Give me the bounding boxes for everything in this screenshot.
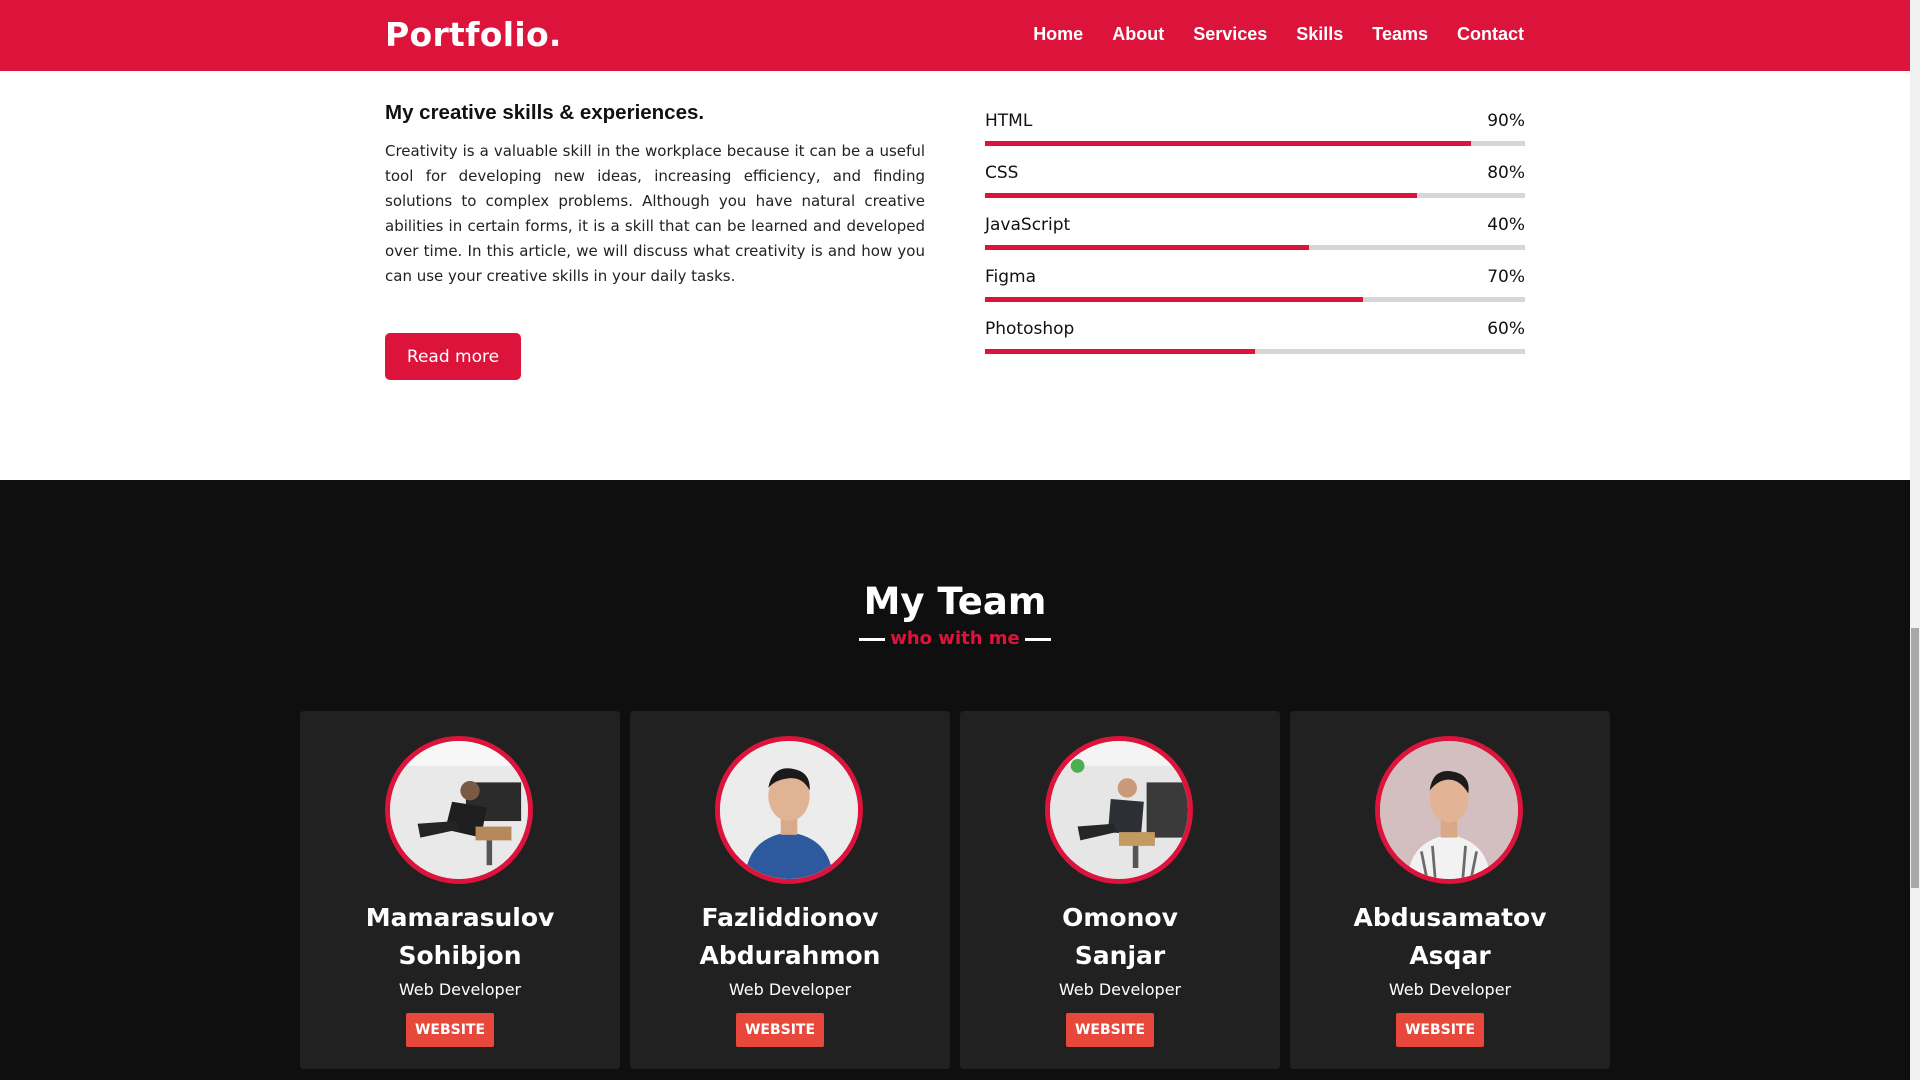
skill-fill — [985, 297, 1363, 302]
skill-label: HTML — [985, 111, 1033, 131]
skill-label: JavaScript — [985, 215, 1071, 235]
nav-link-home[interactable]: Home — [1033, 24, 1083, 45]
scrollbar-thumb[interactable] — [1911, 628, 1919, 888]
divider-right — [1024, 637, 1051, 641]
team-title: My Team — [863, 580, 1047, 623]
divider-left — [859, 637, 886, 641]
member-name: Omonov Sanjar — [960, 899, 1280, 975]
website-button[interactable]: WEBSITE — [736, 1013, 824, 1047]
skills-description: Creativity is a valuable skill in the wo… — [385, 142, 925, 285]
skill-fill — [985, 193, 1417, 198]
logo[interactable]: Portfolio. — [385, 15, 562, 54]
avatar-image — [1050, 741, 1188, 879]
skill-label: CSS — [985, 163, 1019, 183]
team-card: Fazliddionov Abdurahmon Web Developer WE… — [630, 711, 950, 1069]
skill-track — [985, 245, 1525, 250]
member-last-name: Abdurahmon — [699, 941, 881, 970]
nav-link-about[interactable]: About — [1112, 24, 1164, 45]
skill-percent: 40% — [1487, 215, 1525, 235]
member-name: Fazliddionov Abdurahmon — [630, 899, 950, 975]
team-cards: Mamarasulov Sohibjon Web Developer WEBSI… — [300, 711, 1610, 1069]
team-section: My Team who with me Mamarasulov Sohibjon… — [0, 480, 1910, 1080]
website-button[interactable]: WEBSITE — [406, 1013, 494, 1047]
skill-bars: HTML 90% CSS 80% JavaScript 40% Figma 70… — [985, 111, 1525, 371]
skills-heading: My creative skills & experiences. — [385, 101, 705, 124]
team-subtitle: who with me — [0, 628, 1910, 649]
team-card: Abdusamatov Asqar Web Developer WEBSITE — [1290, 711, 1610, 1069]
skill-fill — [985, 245, 1309, 250]
member-first-name: Fazliddionov — [701, 903, 879, 932]
avatar — [715, 736, 863, 884]
nav-menu: Home About Services Skills Teams Contact — [1033, 24, 1524, 45]
website-button[interactable]: WEBSITE — [1396, 1013, 1484, 1047]
member-last-name: Sohibjon — [398, 941, 522, 970]
skill-bar-html: HTML 90% — [985, 111, 1525, 163]
skill-bar-css: CSS 80% — [985, 163, 1525, 215]
website-button[interactable]: WEBSITE — [1066, 1013, 1154, 1047]
skill-bar-figma: Figma 70% — [985, 267, 1525, 319]
team-card: Mamarasulov Sohibjon Web Developer WEBSI… — [300, 711, 620, 1069]
navbar: Portfolio. Home About Services Skills Te… — [0, 0, 1910, 71]
member-role: Web Developer — [398, 980, 522, 999]
member-first-name: Abdusamatov — [1353, 903, 1547, 932]
member-name: Abdusamatov Asqar — [1290, 899, 1610, 975]
avatar-image — [390, 741, 528, 879]
member-last-name: Sanjar — [1074, 941, 1166, 970]
skill-percent: 90% — [1487, 111, 1525, 131]
skill-percent: 80% — [1487, 163, 1525, 183]
member-first-name: Mamarasulov — [365, 903, 555, 932]
skill-bar-javascript: JavaScript 40% — [985, 215, 1525, 267]
skill-label: Figma — [985, 267, 1037, 287]
avatar — [1045, 736, 1193, 884]
team-card: Omonov Sanjar Web Developer WEBSITE — [960, 711, 1280, 1069]
avatar-image — [1380, 741, 1518, 879]
member-last-name: Asqar — [1409, 941, 1491, 970]
skill-percent: 60% — [1487, 319, 1525, 339]
member-name: Mamarasulov Sohibjon — [300, 899, 620, 975]
avatar-image — [720, 741, 858, 879]
nav-link-teams[interactable]: Teams — [1372, 24, 1428, 45]
skill-bar-photoshop: Photoshop 60% — [985, 319, 1525, 371]
nav-link-contact[interactable]: Contact — [1457, 24, 1524, 45]
avatar — [385, 736, 533, 884]
skill-percent: 70% — [1487, 267, 1525, 287]
skill-label: Photoshop — [985, 319, 1075, 339]
nav-link-skills[interactable]: Skills — [1296, 24, 1343, 45]
avatar — [1375, 736, 1523, 884]
member-role: Web Developer — [1388, 980, 1512, 999]
skill-track — [985, 193, 1525, 198]
member-first-name: Omonov — [1062, 903, 1178, 932]
member-role: Web Developer — [1058, 980, 1182, 999]
team-subtitle-text: who with me — [890, 628, 1020, 649]
skills-section: My creative skills & experiences. Creati… — [0, 71, 1910, 480]
skill-fill — [985, 349, 1255, 354]
skill-track — [985, 349, 1525, 354]
scrollbar[interactable] — [1910, 0, 1920, 1080]
read-more-button[interactable]: Read more — [385, 333, 521, 380]
skill-track — [985, 297, 1525, 302]
skill-fill — [985, 141, 1471, 146]
member-role: Web Developer — [728, 980, 852, 999]
skill-track — [985, 141, 1525, 146]
nav-link-services[interactable]: Services — [1193, 24, 1267, 45]
